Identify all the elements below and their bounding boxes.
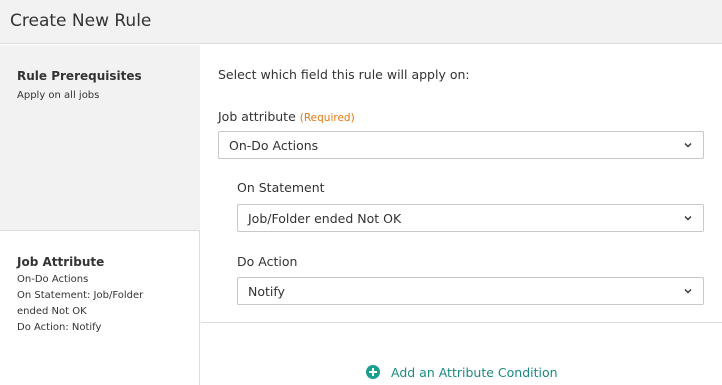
plus-circle-icon <box>366 365 380 379</box>
job-attribute-select[interactable]: On-Do Actions <box>218 131 704 159</box>
instruction-text: Select which field this rule will apply … <box>218 67 470 82</box>
summary-line: Do Action: Notify <box>17 322 102 333</box>
on-statement-select[interactable]: Job/Folder ended Not OK <box>237 204 704 232</box>
section-divider <box>201 322 722 323</box>
add-attribute-condition-button[interactable]: Add an Attribute Condition <box>366 363 558 381</box>
summary-line: ended Not OK <box>17 306 87 317</box>
summary-line: On-Do Actions <box>17 274 89 285</box>
chevron-down-icon <box>684 216 692 221</box>
do-action-select[interactable]: Notify <box>237 277 704 305</box>
on-statement-label: On Statement <box>237 180 325 195</box>
do-action-value: Notify <box>248 284 285 299</box>
job-attribute-summary-title: Job Attribute <box>17 255 105 269</box>
rule-editor: Select which field this rule will apply … <box>201 45 722 385</box>
prerequisites-text: Apply on all jobs <box>17 90 100 101</box>
prerequisites-section: Rule Prerequisites Apply on all jobs <box>0 45 200 231</box>
job-attribute-value: On-Do Actions <box>229 138 319 153</box>
job-attribute-label-text: Job attribute <box>218 109 296 124</box>
do-action-label: Do Action <box>237 254 298 269</box>
required-marker: (Required) <box>299 112 355 124</box>
chevron-down-icon <box>684 143 692 148</box>
job-attribute-summary: On-Do Actions On Statement: Job/Folder e… <box>17 272 177 336</box>
summary-sidebar: Rule Prerequisites Apply on all jobs Job… <box>0 45 200 385</box>
page-title: Create New Rule <box>10 11 152 31</box>
summary-line: On Statement: Job/Folder <box>17 290 144 301</box>
prerequisites-title: Rule Prerequisites <box>17 69 142 83</box>
add-attribute-condition-label: Add an Attribute Condition <box>391 364 558 380</box>
job-attribute-label: Job attribute (Required) <box>218 109 355 124</box>
chevron-down-icon <box>684 289 692 294</box>
header-bar: Create New Rule <box>0 0 722 44</box>
on-statement-value: Job/Folder ended Not OK <box>248 211 402 226</box>
